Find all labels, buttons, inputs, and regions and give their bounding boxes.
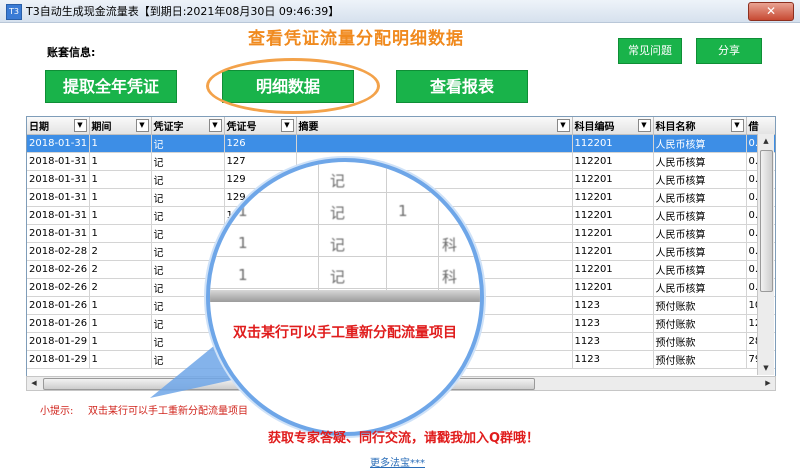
tip-label: 小提示: (40, 406, 74, 417)
mag-cell: 1 (238, 266, 248, 284)
magnified-scrollbar (210, 290, 480, 302)
mag-cell: 记 (330, 204, 346, 222)
mag-cell: 记 (330, 236, 346, 254)
tip-text: 双击某行可以手工重新分配流量项目 (88, 406, 248, 417)
mag-cell: 科 (442, 236, 458, 254)
mag-cell: 1 (398, 202, 408, 220)
mag-cell: 科 (442, 268, 458, 286)
join-group-link[interactable]: 获取专家答疑、同行交流，请戳我加入Q群哦！ (268, 427, 539, 446)
more-tools-link[interactable]: 更多法宝*** (370, 454, 425, 469)
mag-cell: 记 (330, 172, 346, 190)
mag-cell: 记 (330, 268, 346, 286)
mag-cell: 1 (238, 202, 248, 220)
magnifier-instruction: 双击某行可以手工重新分配流量项目 (233, 325, 457, 341)
magnifier-callout: 记 记 记 记 1 1 1 1 科 科 双击某行可以手工重新分配流量项目 (206, 158, 484, 436)
mag-cell: 1 (238, 234, 248, 252)
magnified-grid: 记 记 记 记 1 1 1 1 科 科 (210, 162, 480, 292)
